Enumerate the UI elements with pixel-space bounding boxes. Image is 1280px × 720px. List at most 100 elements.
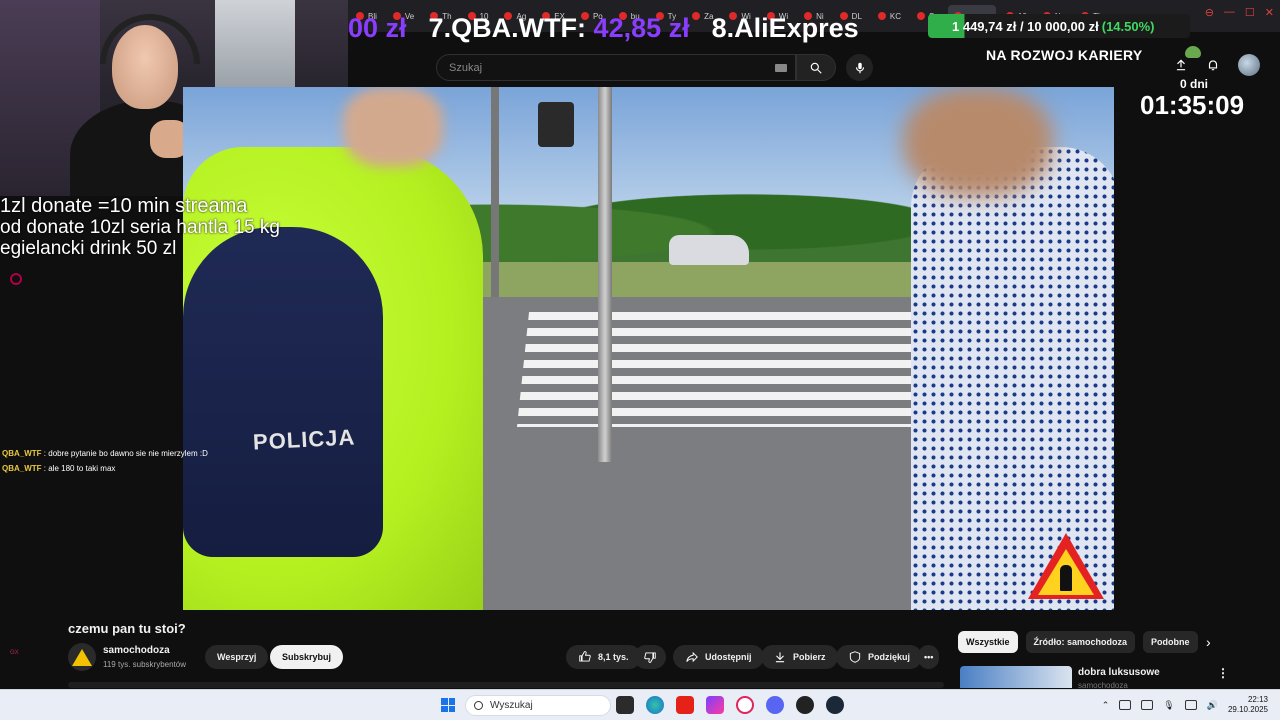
policja-patch: POLICJA	[252, 424, 356, 455]
taskbar-search-input[interactable]: Wyszukaj	[465, 695, 611, 716]
download-label: Pobierz	[793, 652, 826, 662]
windows-start-icon[interactable]	[441, 698, 455, 712]
recommendation-title[interactable]: dobra luksusowe	[1078, 667, 1160, 678]
voice-search-button[interactable]	[846, 54, 873, 81]
chevron-right-icon[interactable]: ›	[1206, 634, 1211, 650]
discord-icon[interactable]	[766, 696, 784, 714]
donation-line-1: 1zl donate =10 min streama	[0, 195, 248, 217]
overlay-settings-icon	[10, 273, 22, 285]
chip-source[interactable]: Źródło: samochodoza	[1025, 631, 1136, 653]
chat-text: : ale 180 to taki max	[43, 464, 116, 473]
screen: BliVeTh10AgEXPobuTyZaWiWiNiDLKCSzczemu10…	[0, 0, 1280, 720]
upload-icon[interactable]	[1174, 58, 1188, 72]
subscribe-label: Subskrybuj	[282, 652, 332, 662]
clock-date: 29.10.2025	[1227, 705, 1268, 714]
chip-all[interactable]: Wszystkie	[958, 631, 1018, 653]
streamer-head	[112, 25, 178, 109]
search-placeholder: Szukaj	[449, 61, 483, 74]
recommendation-thumbnail[interactable]	[960, 666, 1072, 688]
clock-time: 22:13	[1247, 695, 1268, 704]
dislike-button[interactable]	[634, 645, 666, 669]
task-view-icon[interactable]	[616, 696, 634, 714]
like-count: 8,1 tys.	[598, 652, 629, 662]
tray-chevron-up-icon[interactable]: ⌃	[1102, 700, 1110, 711]
clock[interactable]: 22:13 29.10.2025	[1228, 695, 1268, 715]
progress-bar[interactable]	[68, 682, 944, 688]
download-button[interactable]: Pobierz	[761, 645, 838, 669]
thanks-button[interactable]: Podziękuj	[836, 645, 923, 669]
video-crosswalk	[516, 312, 930, 427]
chat-username: QBA_WTF	[2, 464, 42, 473]
search-tabs-icon[interactable]: ⊖	[1205, 6, 1214, 19]
donation-rules: 1zl donate =10 min streama od donate 10z…	[0, 195, 280, 260]
ticker-value: 42,85 zł	[593, 12, 690, 43]
goal-percent: (14.50%)	[1101, 18, 1155, 34]
steam-icon[interactable]	[826, 696, 844, 714]
share-label: Udostępnij	[705, 652, 752, 662]
opera-icon[interactable]	[736, 696, 754, 714]
corner-tag: GX	[10, 650, 19, 656]
career-goal-text: NA ROZWOJ KARIERY	[986, 47, 1143, 63]
search-button[interactable]	[796, 54, 836, 81]
obs-icon[interactable]	[796, 696, 814, 714]
close-icon[interactable]: ✕	[1265, 6, 1274, 19]
minimize-icon[interactable]: —	[1224, 6, 1235, 19]
support-button[interactable]: Wesprzyj	[205, 645, 269, 669]
frog-emote-icon	[1185, 46, 1201, 58]
donation-line-3: egielancki drink 50 zl	[0, 238, 177, 259]
chip-related[interactable]: Podobne	[1143, 631, 1198, 653]
chat-message: QBA_WTF : dobre pytanie bo dawno sie nie…	[2, 446, 208, 461]
taskbar-search-placeholder: Wyszukaj	[490, 700, 533, 711]
network-icon[interactable]	[1141, 700, 1154, 710]
donation-line-2: od donate 10zl seria hantla 15 kg	[0, 217, 280, 238]
snipping-tool-icon[interactable]	[706, 696, 724, 714]
ticker-next: 8.AliExpres	[711, 12, 859, 43]
search-input[interactable]: Szukaj	[436, 54, 796, 81]
thanks-label: Podziękuj	[868, 652, 911, 662]
keyboard-icon[interactable]	[775, 64, 787, 72]
channel-subscribers: 119 tys. subskrybentów	[103, 660, 187, 669]
video-player[interactable]: POLICJA	[183, 87, 1114, 610]
police-officer-head	[343, 87, 443, 167]
warning-triangle-icon	[72, 648, 92, 666]
support-label: Wesprzyj	[217, 652, 257, 662]
search-icon	[474, 701, 483, 710]
chat-message: QBA_WTF : ale 180 to taki max	[2, 461, 208, 476]
thanks-icon	[849, 651, 861, 663]
account-avatar[interactable]	[1238, 54, 1260, 76]
notifications-bell-icon[interactable]	[1206, 58, 1220, 72]
days-counter: 0 dni	[1180, 77, 1209, 91]
channel-name[interactable]: samochodoza	[103, 645, 170, 656]
channel-avatar[interactable]	[68, 643, 96, 671]
donation-ticker: 00 zł 7.QBA.WTF: 42,85 zł 8.AliExpres	[348, 8, 948, 48]
system-tray: ⌃ 🎙 🔊 22:13 29.10.2025	[1102, 695, 1268, 715]
thumbs-down-icon	[644, 652, 656, 663]
youtube-icon[interactable]	[676, 696, 694, 714]
volume-icon[interactable]: 🔊	[1207, 700, 1218, 711]
ticker-label: 7.QBA.WTF:	[428, 12, 587, 43]
window-controls: ⊖ — ☐ ✕	[1205, 6, 1274, 19]
edge-icon[interactable]	[646, 696, 664, 714]
chat-username: QBA_WTF	[2, 449, 42, 458]
ticker-partial: 00 zł	[348, 12, 407, 43]
goal-amount: 1 449,74 zł / 10 000,00 zł	[952, 18, 1099, 34]
police-sleeve	[183, 227, 383, 557]
maximize-icon[interactable]: ☐	[1245, 6, 1255, 19]
microphone-icon[interactable]: 🎙	[1163, 700, 1174, 711]
cloud-icon[interactable]	[1119, 700, 1132, 710]
video-car	[669, 235, 749, 265]
pedestrian-icon	[1060, 565, 1072, 591]
download-icon	[775, 652, 785, 663]
stream-timer: 01:35:09	[1140, 90, 1245, 120]
traffic-light	[538, 102, 574, 147]
recommendation-menu-icon[interactable]: ⋮	[1217, 666, 1229, 680]
display-icon[interactable]	[1184, 700, 1197, 710]
search-icon	[810, 62, 822, 74]
chat-overlay: QBA_WTF : dobre pytanie bo dawno sie nie…	[2, 446, 208, 476]
chat-text: : dobre pytanie bo dawno sie nie mierzyl…	[43, 449, 208, 458]
man-head-blurred	[903, 87, 1053, 197]
share-button[interactable]: Udostępnij	[673, 645, 764, 669]
more-actions-button[interactable]: •••	[918, 645, 940, 669]
subscribe-button[interactable]: Subskrybuj	[270, 645, 344, 669]
like-button[interactable]: 8,1 tys.	[566, 645, 641, 669]
